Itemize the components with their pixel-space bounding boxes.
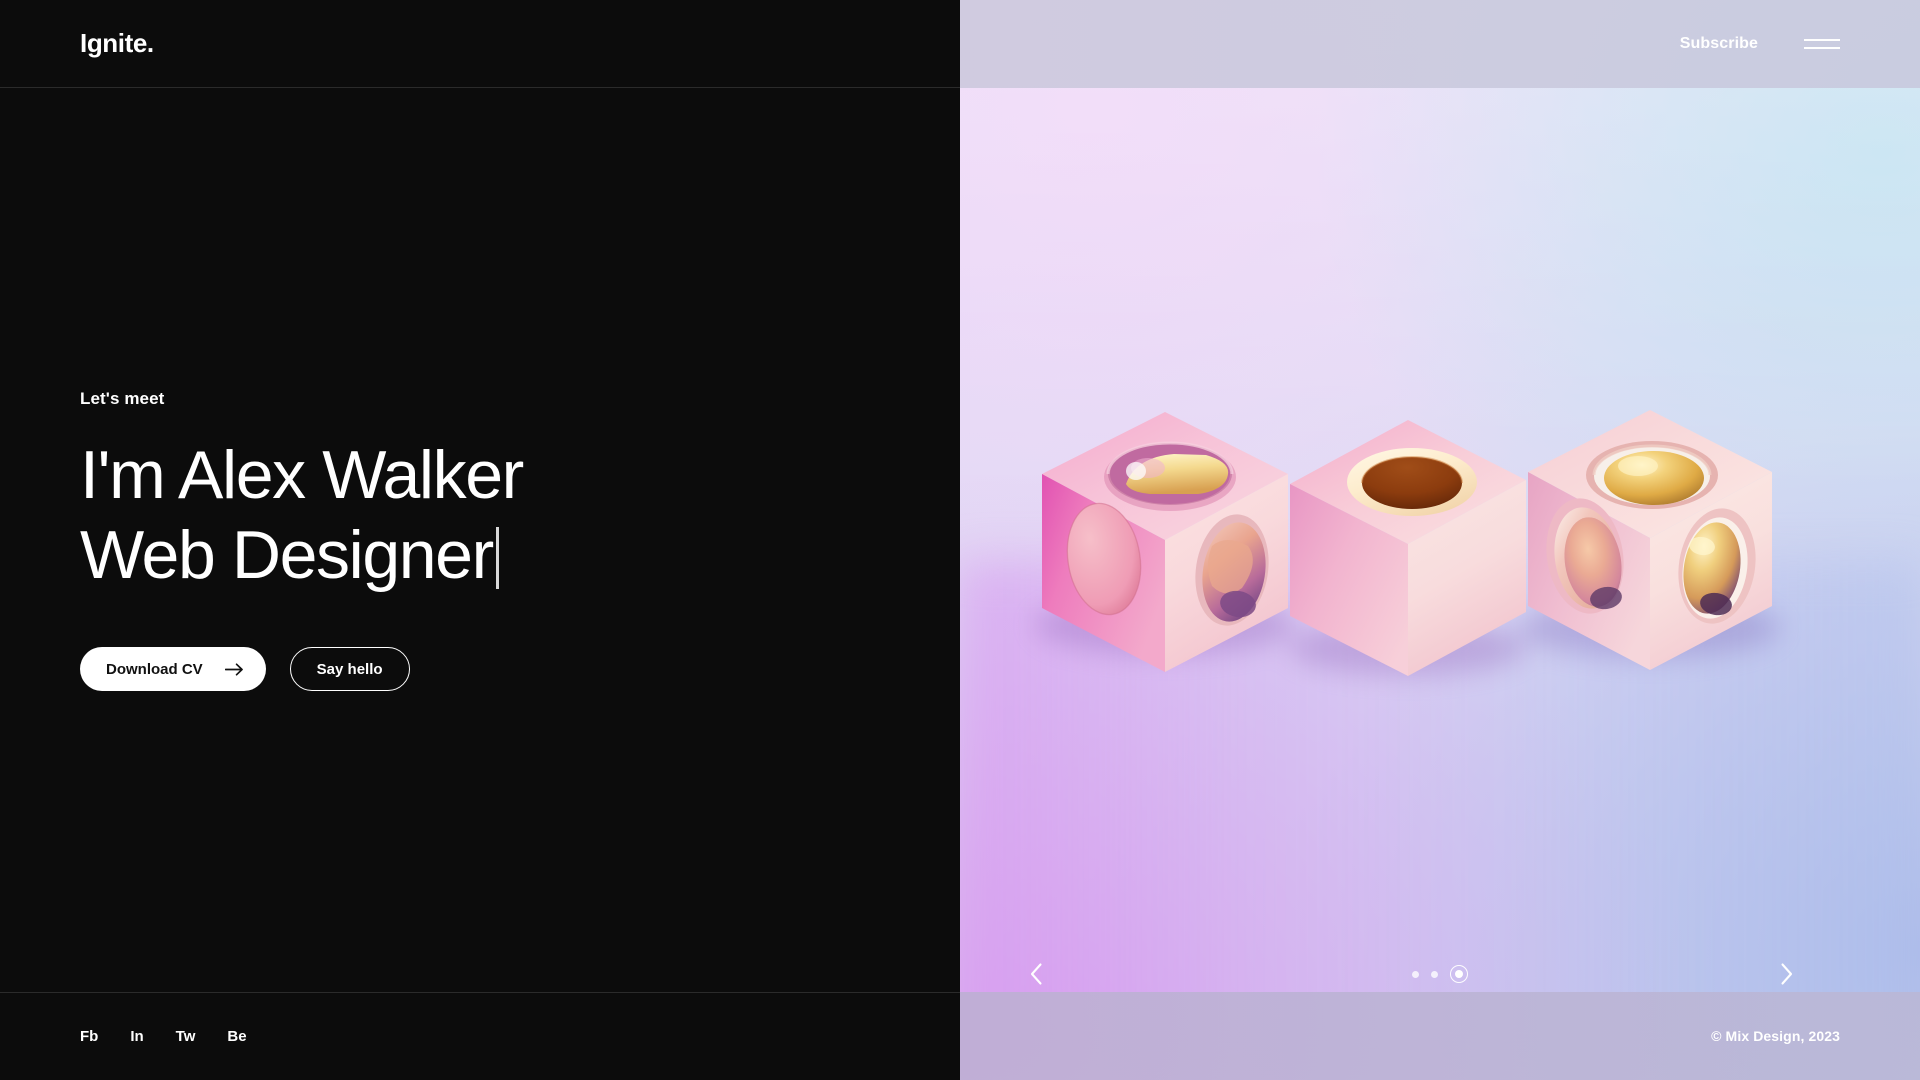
social-link-facebook[interactable]: Fb bbox=[80, 1028, 98, 1045]
social-link-behance[interactable]: Be bbox=[227, 1028, 246, 1045]
chevron-right-icon bbox=[1780, 963, 1793, 985]
landing-page: Ignite. Subscribe Let's meet I'm Alex Wa… bbox=[0, 0, 1920, 1080]
header-right-section: Subscribe bbox=[960, 0, 1920, 88]
download-cv-button[interactable]: Download CV bbox=[80, 647, 266, 692]
header-left-section: Ignite. bbox=[0, 0, 960, 88]
hamburger-menu-icon[interactable] bbox=[1804, 36, 1840, 52]
logo[interactable]: Ignite. bbox=[80, 28, 154, 59]
typing-caret bbox=[495, 527, 499, 589]
gradient-panel bbox=[960, 0, 1920, 1080]
subscribe-button[interactable]: Subscribe bbox=[1680, 35, 1758, 53]
arrow-right-icon bbox=[224, 663, 244, 676]
carousel-dot-3-active[interactable] bbox=[1450, 965, 1468, 983]
footer-right-section: © Mix Design, 2023 bbox=[960, 992, 1920, 1080]
hero-section: Let's meet I'm Alex Walker Web Designer … bbox=[80, 0, 940, 1080]
social-links: Fb In Tw Be bbox=[0, 992, 960, 1080]
hero-headline: I'm Alex Walker Web Designer bbox=[80, 435, 940, 595]
download-cv-label: Download CV bbox=[106, 660, 203, 678]
social-link-linkedin[interactable]: In bbox=[130, 1028, 143, 1045]
hamburger-line-bottom bbox=[1804, 47, 1840, 49]
site-header: Ignite. Subscribe bbox=[0, 0, 1920, 88]
say-hello-button[interactable]: Say hello bbox=[289, 647, 410, 692]
carousel-dot-2[interactable] bbox=[1431, 970, 1438, 978]
site-footer: Fb In Tw Be © Mix Design, 2023 bbox=[0, 992, 1920, 1080]
social-link-twitter[interactable]: Tw bbox=[176, 1028, 196, 1045]
hero-cta-row: Download CV Say hello bbox=[80, 647, 940, 692]
hero-eyebrow: Let's meet bbox=[80, 388, 165, 408]
headline-line-1: I'm Alex Walker bbox=[80, 436, 524, 513]
say-hello-label: Say hello bbox=[316, 660, 383, 678]
copyright-text: © Mix Design, 2023 bbox=[1711, 1028, 1840, 1044]
hamburger-line-top bbox=[1804, 39, 1840, 41]
headline-line-2: Web Designer bbox=[80, 517, 494, 593]
carousel-dot-1[interactable] bbox=[1412, 970, 1419, 978]
